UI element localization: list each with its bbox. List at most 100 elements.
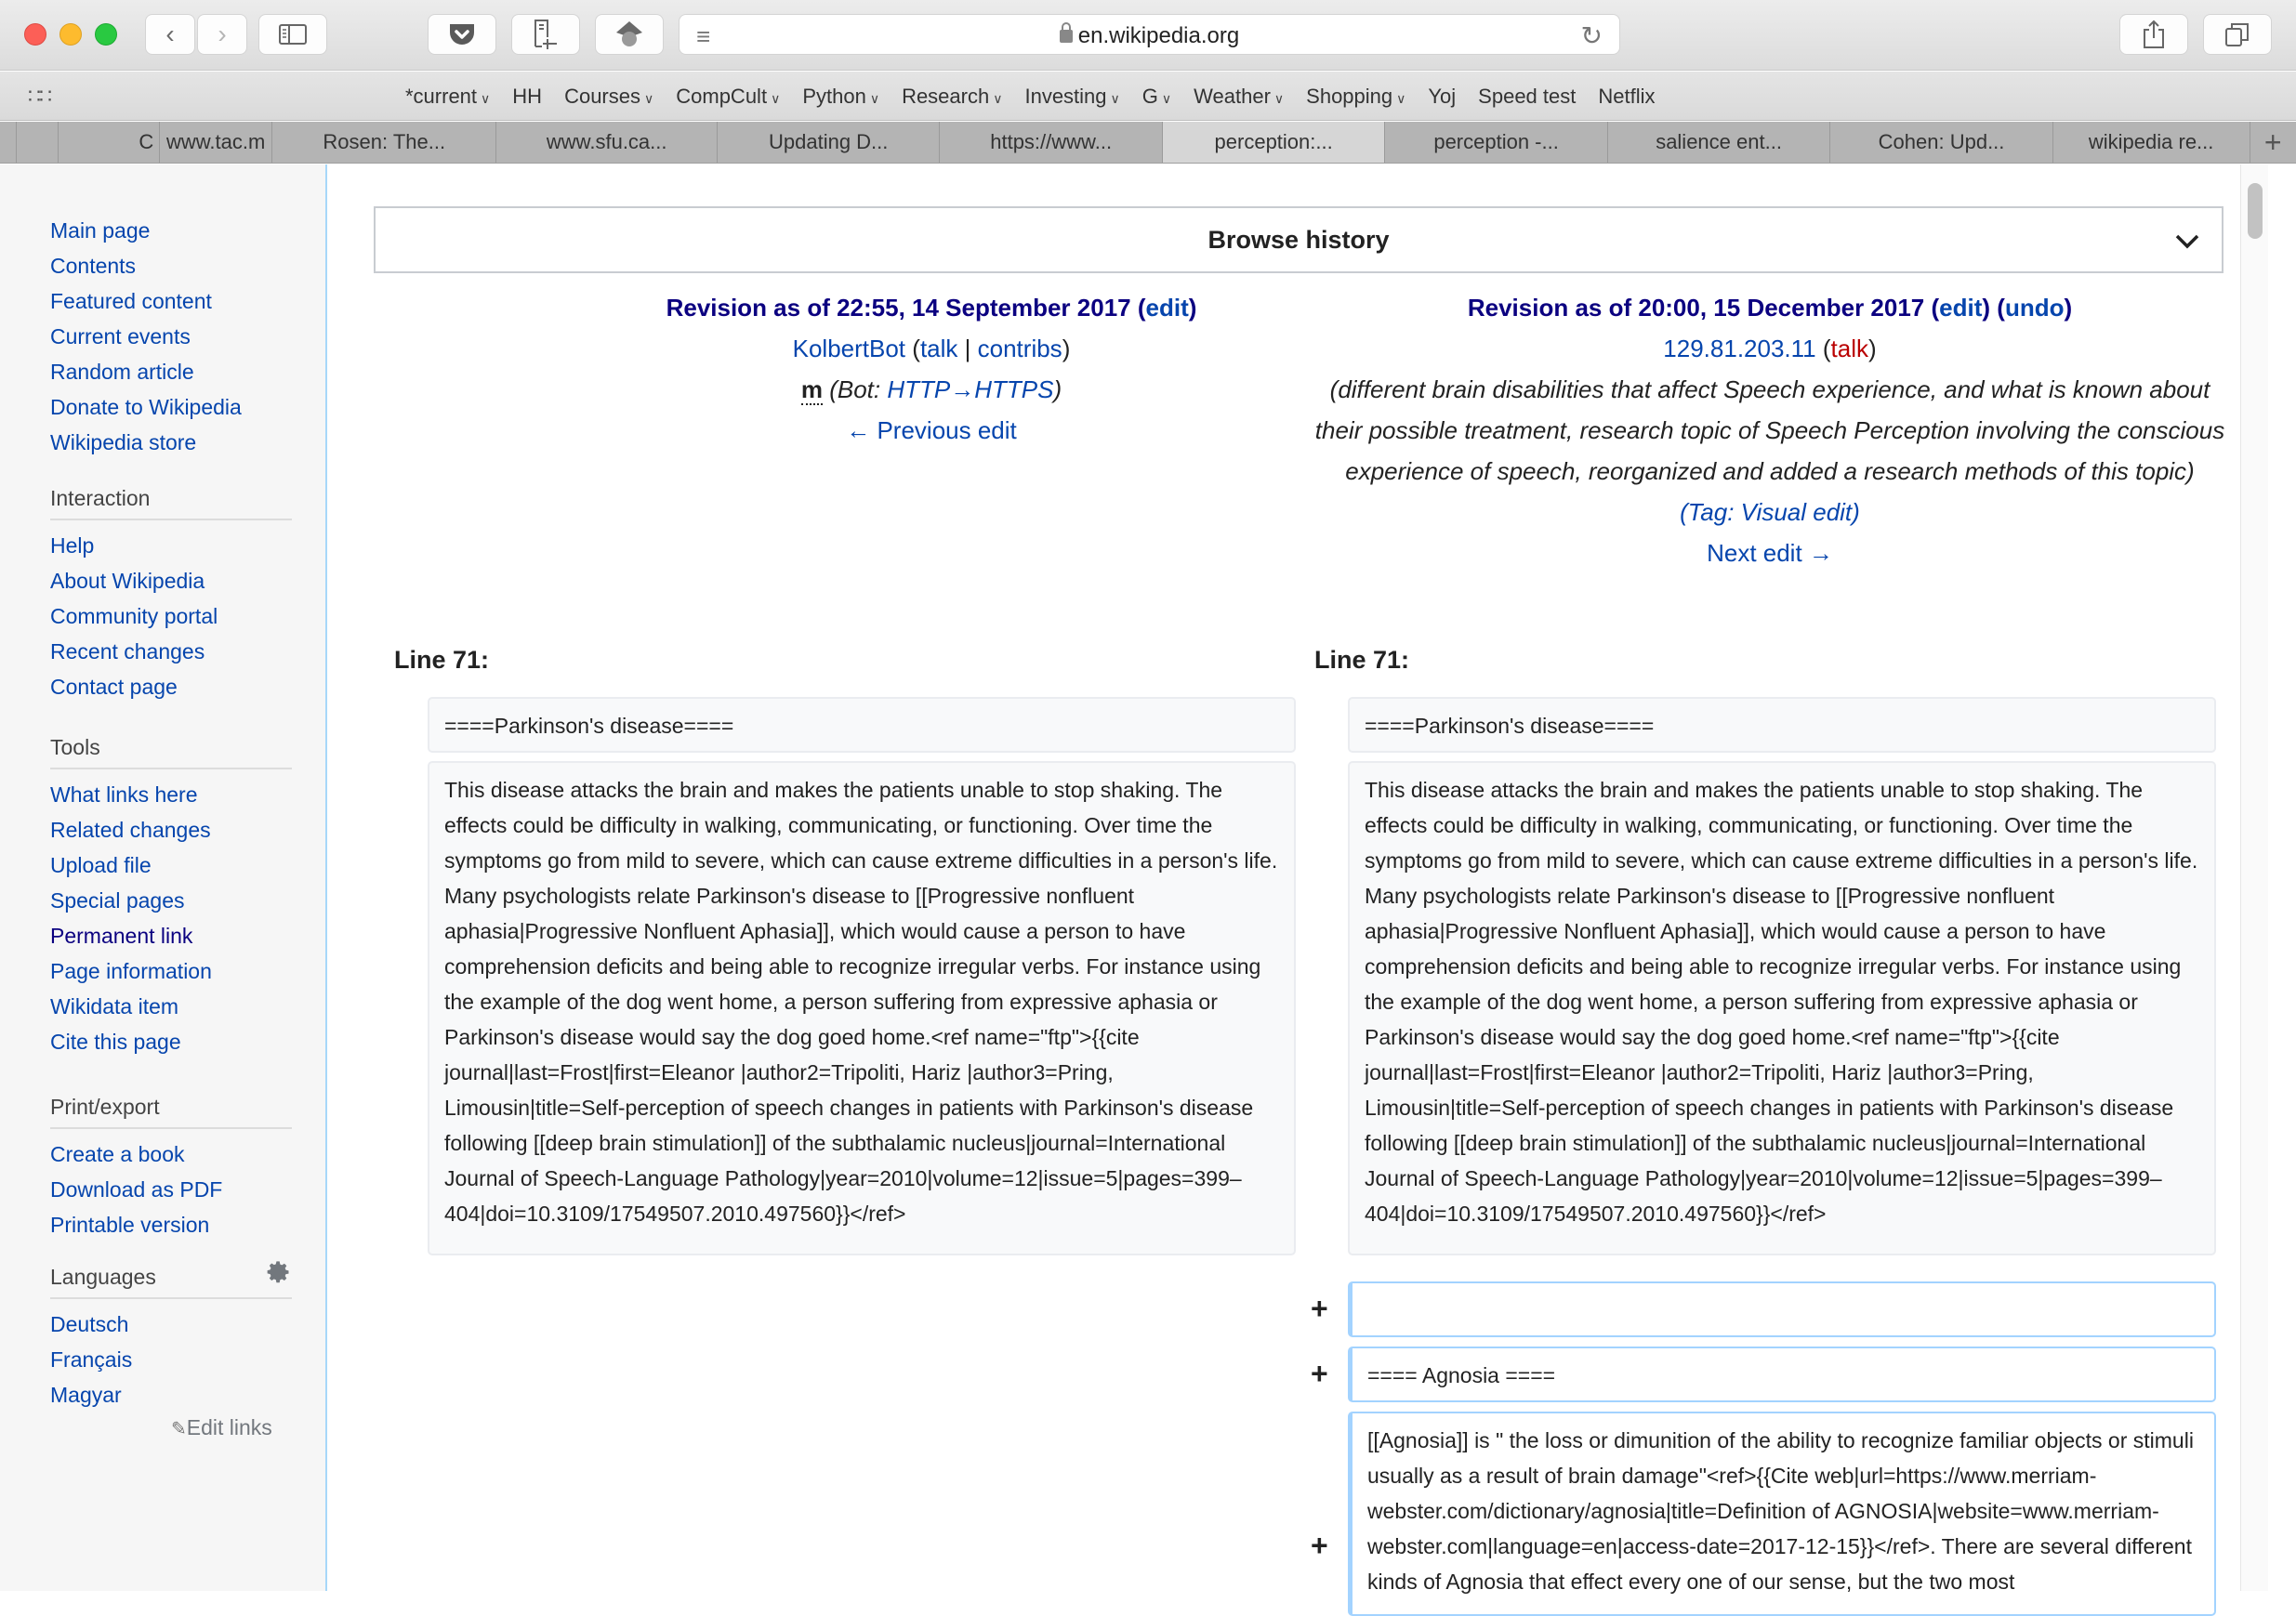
next-edit-link[interactable]: Next edit → (1707, 539, 1833, 567)
sidebar-item-contents[interactable]: Contents (50, 248, 292, 283)
tab[interactable]: C (59, 122, 161, 163)
old-revision-link[interactable]: Revision as of 22:55, 14 September 2017 (666, 294, 1131, 322)
sidebar-item-special-pages[interactable]: Special pages (50, 883, 292, 918)
bookmark-python[interactable]: Python ∨ (802, 85, 879, 109)
sidebar-print-export: Print/export Create a book Download as PD… (50, 1095, 292, 1242)
sidebar-heading-print-export: Print/export (50, 1095, 292, 1129)
language-link-fran-ais[interactable]: Français (50, 1342, 292, 1377)
sidebar-item-wikidata-item[interactable]: Wikidata item (50, 989, 292, 1024)
tab-overview-button[interactable] (2203, 14, 2272, 55)
tab[interactable]: https://www... (940, 122, 1163, 163)
sidebar-item-permanent-link[interactable]: Permanent link (50, 918, 292, 953)
new-tab-button[interactable]: + (2250, 122, 2296, 163)
sidebar-item-page-information[interactable]: Page information (50, 953, 292, 989)
old-revision-talk-link[interactable]: talk (920, 335, 957, 362)
left-context-heading: ====Parkinson's disease==== (428, 697, 1296, 753)
visual-edit-tag-link[interactable]: Visual edit (1741, 498, 1853, 526)
extension-button[interactable] (595, 14, 664, 55)
bookmark-weather[interactable]: Weather ∨ (1194, 85, 1284, 109)
bookmark-research[interactable]: Research ∨ (902, 85, 1002, 109)
new-revision-edit-link[interactable]: edit (1939, 294, 1982, 322)
edit-links-link[interactable]: ✎Edit links (171, 1415, 272, 1440)
share-button[interactable] (2119, 14, 2188, 55)
sidebar-item-about-wikipedia[interactable]: About Wikipedia (50, 563, 292, 598)
chevron-down-icon: ∨ (644, 91, 654, 106)
tab[interactable]: www.sfu.ca... (496, 122, 718, 163)
bookmark-current[interactable]: *current ∨ (405, 85, 490, 109)
bookmark-g[interactable]: G ∨ (1142, 85, 1171, 109)
gear-icon[interactable] (266, 1259, 292, 1285)
sidebar-item-wikipedia-store[interactable]: Wikipedia store (50, 425, 292, 460)
sidebar-item-donate-to-wikipedia[interactable]: Donate to Wikipedia (50, 389, 292, 425)
sidebar-item-upload-file[interactable]: Upload file (50, 847, 292, 883)
browse-history-toggle[interactable]: Browse history (374, 206, 2223, 273)
page-scrollbar[interactable] (2240, 164, 2268, 1591)
sidebar-interaction: Interaction Help About Wikipedia Community… (50, 486, 292, 704)
tab[interactable]: Rosen: The... (272, 122, 497, 163)
old-revision-contribs-link[interactable]: contribs (978, 335, 1062, 362)
sidebar-item-contact-page[interactable]: Contact page (50, 669, 292, 704)
previous-edit-link[interactable]: ← Previous edit (846, 416, 1017, 444)
old-revision-edit-link[interactable]: edit (1146, 294, 1189, 322)
sidebar-item-what-links-here[interactable]: What links here (50, 777, 292, 812)
browser-toolbar: ‹ › ≡ en.wikipedia.org ↻ (0, 0, 2296, 71)
bookmark-compcult[interactable]: CompCult ∨ (676, 85, 780, 109)
new-revision-user-link[interactable]: 129.81.203.11 (1663, 335, 1815, 362)
forward-button[interactable]: › (197, 14, 247, 55)
tab-active[interactable]: perception:... (1162, 122, 1386, 163)
tab[interactable]: www.tac.m (160, 122, 273, 163)
tab[interactable] (17, 122, 59, 163)
apps-grid-icon[interactable]: ∷∷ (28, 85, 52, 109)
bookmark-hh[interactable]: HH (512, 85, 542, 109)
bookmark-speed-test[interactable]: Speed test (1478, 85, 1576, 109)
language-link-magyar[interactable]: Magyar (50, 1377, 292, 1412)
bookmark-courses[interactable]: Courses ∨ (564, 85, 653, 109)
old-revision-user-link[interactable]: KolbertBot (793, 335, 905, 362)
sidebar-item-printable-version[interactable]: Printable version (50, 1207, 292, 1242)
sidebar-toggle-button[interactable] (258, 14, 327, 55)
close-window-button[interactable] (24, 23, 46, 46)
sidebar-item-related-changes[interactable]: Related changes (50, 812, 292, 847)
tab[interactable]: Updating D... (718, 122, 941, 163)
sidebar-item-random-article[interactable]: Random article (50, 354, 292, 389)
tab[interactable] (0, 122, 17, 163)
tab[interactable]: wikipedia re... (2053, 122, 2250, 163)
sidebar-item-download-as-pdf[interactable]: Download as PDF (50, 1172, 292, 1207)
minimize-window-button[interactable] (59, 23, 82, 46)
pocket-button[interactable] (428, 14, 496, 55)
tab[interactable]: Cohen: Upd... (1830, 122, 2053, 163)
wiki-sidebar: Main page Contents Featured content Current… (0, 164, 327, 1591)
right-line-number: Line 71: (1314, 646, 1410, 674)
back-button[interactable]: ‹ (145, 14, 195, 55)
new-revision-link[interactable]: Revision as of 20:00, 15 December 2017 (1468, 294, 1924, 322)
address-bar[interactable]: ≡ en.wikipedia.org ↻ (679, 14, 1620, 55)
new-revision-header: Revision as of 20:00, 15 December 2017 (… (1305, 287, 2235, 573)
bookmark-shopping[interactable]: Shopping ∨ (1306, 85, 1405, 109)
sidebar-item-recent-changes[interactable]: Recent changes (50, 634, 292, 669)
sidebar-item-cite-this-page[interactable]: Cite this page (50, 1024, 292, 1059)
right-context-heading: ====Parkinson's disease==== (1348, 697, 2216, 753)
chevron-down-icon: ∨ (1396, 91, 1406, 106)
add-note-button[interactable] (511, 14, 580, 55)
bookmark-yoj[interactable]: Yoj (1428, 85, 1456, 109)
language-link-deutsch[interactable]: Deutsch (50, 1307, 292, 1342)
scrollbar-thumb[interactable] (2248, 183, 2263, 239)
zoom-window-button[interactable] (95, 23, 117, 46)
tab[interactable]: perception -... (1385, 122, 1608, 163)
reload-icon[interactable]: ↻ (1581, 20, 1603, 51)
new-revision-talk-link[interactable]: talk (1831, 335, 1868, 362)
forward-icon: › (218, 20, 227, 48)
sidebar-item-main-page[interactable]: Main page (50, 213, 292, 248)
diff-content: Browse history Revision as of 22:55, 14 … (329, 164, 2268, 1616)
old-revision-summary-link[interactable]: HTTP→HTTPS (887, 375, 1053, 403)
sidebar-item-featured-content[interactable]: Featured content (50, 283, 292, 319)
sidebar-item-create-a-book[interactable]: Create a book (50, 1136, 292, 1172)
share-icon (2144, 20, 2164, 48)
bookmark-investing[interactable]: Investing ∨ (1024, 85, 1119, 109)
tab[interactable]: salience ent... (1608, 122, 1831, 163)
sidebar-item-current-events[interactable]: Current events (50, 319, 292, 354)
undo-link[interactable]: undo (2005, 294, 2065, 322)
bookmark-netflix[interactable]: Netflix (1598, 85, 1655, 109)
sidebar-item-community-portal[interactable]: Community portal (50, 598, 292, 634)
sidebar-item-help[interactable]: Help (50, 528, 292, 563)
